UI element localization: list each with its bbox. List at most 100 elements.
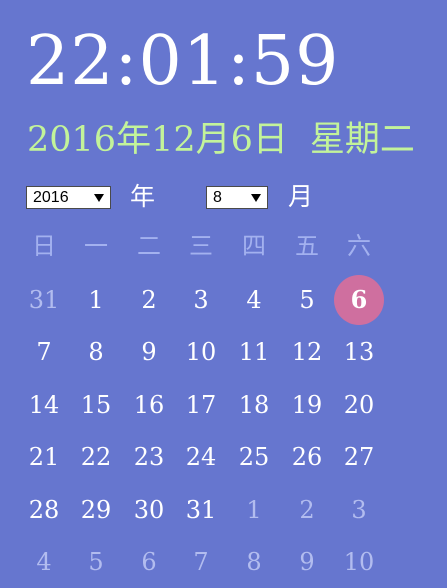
weekday-header: 六: [347, 232, 371, 260]
calendar-day-number: 22: [80, 443, 112, 471]
calendar-day-number: 25: [238, 443, 270, 471]
calendar-day-number: 9: [141, 338, 157, 366]
calendar-day[interactable]: 31: [175, 484, 227, 536]
calendar-day-number: 10: [343, 548, 375, 576]
calendar-day-today[interactable]: 6: [333, 274, 385, 326]
calendar-day[interactable]: 14: [18, 379, 70, 431]
calendar-day[interactable]: 26: [281, 431, 333, 483]
calendar-day-number: 24: [185, 443, 217, 471]
calendar-day-other-month[interactable]: 4: [18, 536, 70, 588]
calendar-day-number: 5: [88, 548, 104, 576]
calendar-day[interactable]: 23: [123, 431, 175, 483]
calendar-day[interactable]: 24: [175, 431, 227, 483]
calendar-day[interactable]: 29: [70, 484, 122, 536]
calendar-day-number: 31: [185, 496, 217, 524]
calendar-day-number: 12: [291, 338, 323, 366]
calendar-day-number: 20: [343, 391, 375, 419]
calendar-day-number: 29: [80, 496, 112, 524]
calendar-day-number: 9: [299, 548, 315, 576]
calendar-day[interactable]: 8: [70, 326, 122, 378]
calendar-day[interactable]: 19: [281, 379, 333, 431]
calendar-day-number: 7: [36, 338, 52, 366]
month-select-value: 8: [213, 189, 222, 206]
calendar-day[interactable]: 15: [70, 379, 122, 431]
calendar-day-number: 4: [246, 286, 262, 314]
calendar-day-number: 14: [28, 391, 60, 419]
calendar-day-number: 28: [28, 496, 60, 524]
current-date: 2016年12月6日 星期二: [27, 118, 415, 162]
calendar-day[interactable]: 25: [228, 431, 280, 483]
current-weekday: 星期二: [309, 120, 415, 160]
calendar-day-other-month[interactable]: 10: [333, 536, 385, 588]
calendar-day-other-month[interactable]: 3: [333, 484, 385, 536]
calendar-day-number: 5: [299, 286, 315, 314]
calendar-day-other-month[interactable]: 2: [281, 484, 333, 536]
calendar-day[interactable]: 3: [175, 274, 227, 326]
calendar-day-number: 10: [185, 338, 217, 366]
month-unit-label: 月: [288, 182, 314, 211]
calendar-day-other-month[interactable]: 31: [18, 274, 70, 326]
calendar-day-other-month[interactable]: 6: [123, 536, 175, 588]
calendar-day-number: 4: [36, 548, 52, 576]
calendar-day[interactable]: 18: [228, 379, 280, 431]
clock-time: 22:01:59: [26, 22, 340, 101]
weekday-header: 五: [295, 232, 319, 260]
calendar-day-number: 23: [133, 443, 165, 471]
calendar-day[interactable]: 21: [18, 431, 70, 483]
calendar-day-number: 13: [343, 338, 375, 366]
calendar-day-other-month[interactable]: 7: [175, 536, 227, 588]
calendar-day-number: 27: [343, 443, 375, 471]
calendar-day[interactable]: 7: [18, 326, 70, 378]
calendar-day-number: 1: [246, 496, 262, 524]
year-select-value: 2016: [33, 189, 69, 206]
calendar-day-number: 3: [351, 496, 367, 524]
calendar-day[interactable]: 12: [281, 326, 333, 378]
calendar-day-other-month[interactable]: 1: [228, 484, 280, 536]
calendar-day-other-month[interactable]: 5: [70, 536, 122, 588]
calendar-day-number: 6: [350, 285, 368, 314]
calendar-day-other-month[interactable]: 9: [281, 536, 333, 588]
weekday-header: 三: [189, 232, 213, 260]
calendar-day-number: 1: [88, 286, 104, 314]
calendar-day-number: 11: [238, 338, 270, 366]
year-select[interactable]: 2016: [26, 186, 111, 209]
calendar-day[interactable]: 28: [18, 484, 70, 536]
calendar-day-number: 30: [133, 496, 165, 524]
weekday-header: 日: [32, 232, 56, 260]
calendar-day-number: 18: [238, 391, 270, 419]
calendar-day[interactable]: 11: [228, 326, 280, 378]
calendar-day[interactable]: 5: [281, 274, 333, 326]
calendar-day-number: 2: [141, 286, 157, 314]
year-unit-label: 年: [130, 182, 156, 211]
calendar-day[interactable]: 30: [123, 484, 175, 536]
calendar-day[interactable]: 16: [123, 379, 175, 431]
calendar-day-number: 31: [28, 286, 60, 314]
calendar-day-number: 2: [299, 496, 315, 524]
calendar-day-number: 19: [291, 391, 323, 419]
calendar-day[interactable]: 9: [123, 326, 175, 378]
dropdown-arrow-icon: [251, 194, 261, 202]
calendar-day-number: 17: [185, 391, 217, 419]
calendar-day-number: 6: [141, 548, 157, 576]
calendar-day-number: 3: [193, 286, 209, 314]
calendar-day[interactable]: 13: [333, 326, 385, 378]
weekday-header: 四: [242, 232, 266, 260]
calendar-day-other-month[interactable]: 8: [228, 536, 280, 588]
calendar-day-number: 8: [88, 338, 104, 366]
calendar-day-number: 8: [246, 548, 262, 576]
calendar-day[interactable]: 10: [175, 326, 227, 378]
month-select[interactable]: 8: [206, 186, 268, 209]
calendar-day[interactable]: 27: [333, 431, 385, 483]
calendar-day-number: 15: [80, 391, 112, 419]
calendar-day-number: 26: [291, 443, 323, 471]
calendar-day[interactable]: 1: [70, 274, 122, 326]
weekday-header: 二: [137, 232, 161, 260]
calendar-day[interactable]: 4: [228, 274, 280, 326]
calendar-day-number: 7: [193, 548, 209, 576]
calendar-day-number: 16: [133, 391, 165, 419]
calendar-day[interactable]: 22: [70, 431, 122, 483]
calendar-day[interactable]: 17: [175, 379, 227, 431]
calendar-day[interactable]: 2: [123, 274, 175, 326]
calendar-day[interactable]: 20: [333, 379, 385, 431]
weekday-header: 一: [84, 232, 108, 260]
